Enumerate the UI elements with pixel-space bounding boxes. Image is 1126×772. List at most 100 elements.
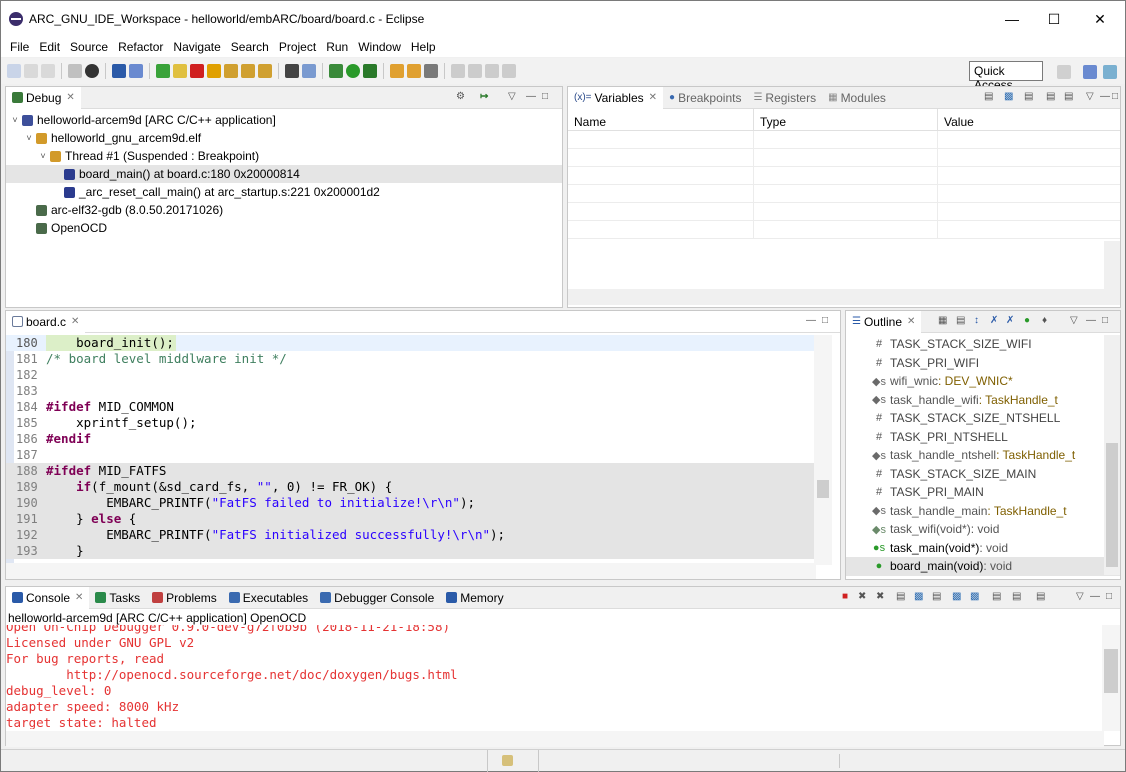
variables-cell[interactable] xyxy=(938,203,1120,220)
terminate-icon[interactable] xyxy=(190,64,204,78)
column-value[interactable]: Value xyxy=(938,109,1120,130)
debug-tree-item[interactable]: ˅ helloworld-arcem9d [ARC C/C++ applicati… xyxy=(6,111,562,129)
show-on-stdout-icon[interactable]: ▩ xyxy=(952,591,961,602)
variables-cell[interactable] xyxy=(568,185,754,202)
code-line[interactable]: 191 } else { xyxy=(6,511,814,527)
minimize-view-icon[interactable]: — xyxy=(1100,91,1110,102)
code-line[interactable]: 186 #endif xyxy=(6,431,814,447)
tab-executables[interactable]: Executables xyxy=(223,587,314,609)
minimize-button[interactable]: — xyxy=(989,1,1035,37)
view-menu-icon[interactable]: ▽ xyxy=(1086,91,1094,102)
sort-icon[interactable]: ▦ xyxy=(938,315,947,326)
close-tab-icon[interactable]: ✕ xyxy=(75,592,83,603)
annotation-prev-icon[interactable] xyxy=(468,64,482,78)
tab-console[interactable]: Console ✕ xyxy=(6,586,90,609)
select-all-icon[interactable]: ▤ xyxy=(1046,91,1055,102)
search-icon[interactable] xyxy=(424,64,438,78)
variables-cell[interactable] xyxy=(754,185,938,202)
view-menu-icon[interactable]: ▽ xyxy=(1076,591,1084,602)
target-icon[interactable] xyxy=(85,64,99,78)
maximize-view-icon[interactable]: □ xyxy=(1102,315,1108,326)
minimize-view-icon[interactable]: — xyxy=(806,315,816,326)
tab-breakpoints[interactable]: ● Breakpoints xyxy=(663,87,747,109)
minimize-view-icon[interactable]: — xyxy=(1086,315,1096,326)
menu-navigate[interactable]: Navigate xyxy=(168,40,225,54)
maximize-button[interactable]: ☐ xyxy=(1031,1,1077,37)
outline-item[interactable]: ● board_main(void) : void xyxy=(846,557,1120,576)
code-line[interactable]: 184 #ifdef MID_COMMON xyxy=(6,399,814,415)
build-icon[interactable] xyxy=(68,64,82,78)
collapse-icon[interactable]: ▤ xyxy=(956,315,965,326)
tab-variables[interactable]: (x)= Variables ✕ xyxy=(568,86,664,109)
menu-search[interactable]: Search xyxy=(226,40,274,54)
maximize-view-icon[interactable]: □ xyxy=(822,315,828,326)
code-line[interactable]: 183 xyxy=(6,383,814,399)
remove-launch-icon[interactable]: ✖ xyxy=(858,591,866,602)
skip-breakpoints-icon[interactable] xyxy=(129,64,143,78)
clear-console-icon[interactable]: ▤ xyxy=(896,591,905,602)
back-icon[interactable] xyxy=(485,64,499,78)
outline-scroll-thumb[interactable] xyxy=(1106,443,1118,567)
tab-problems[interactable]: Problems xyxy=(146,587,223,609)
variables-row[interactable] xyxy=(568,167,1120,185)
variables-vscroll[interactable] xyxy=(1104,241,1120,289)
variables-cell[interactable] xyxy=(938,131,1120,148)
show-logical-icon[interactable]: ▤ xyxy=(1024,91,1033,102)
variables-cell[interactable] xyxy=(938,149,1120,166)
twisty-icon[interactable]: ˅ xyxy=(10,115,20,125)
variables-row[interactable] xyxy=(568,203,1120,221)
open-perspective-icon[interactable] xyxy=(1057,65,1071,79)
variables-row[interactable] xyxy=(568,221,1120,239)
twisty-icon[interactable]: ˅ xyxy=(24,133,34,143)
outline-item[interactable]: ◆s wifi_wnic : DEV_WNIC* xyxy=(846,372,1120,391)
sort-alpha-icon[interactable]: ↕ xyxy=(974,315,979,326)
tab-debugger-console[interactable]: Debugger Console xyxy=(314,587,440,609)
hide-nonpublic-icon[interactable]: ● xyxy=(1024,315,1030,326)
menu-project[interactable]: Project xyxy=(274,40,321,54)
view-menu-icon[interactable]: ▽ xyxy=(508,91,516,102)
debug-tree-item[interactable]: OpenOCD xyxy=(6,219,562,237)
variables-cell[interactable] xyxy=(568,131,754,148)
debug-run-icon[interactable] xyxy=(329,64,343,78)
external-tools-icon[interactable] xyxy=(363,64,377,78)
terminal-icon[interactable] xyxy=(112,64,126,78)
step-over-icon[interactable] xyxy=(241,64,255,78)
tab-outline[interactable]: ☰ Outline ✕ xyxy=(846,310,922,333)
column-type[interactable]: Type xyxy=(754,109,938,130)
variables-cell[interactable] xyxy=(568,167,754,184)
variables-cell[interactable] xyxy=(568,149,754,166)
console-vscroll[interactable] xyxy=(1102,625,1120,731)
close-tab-icon[interactable]: ✕ xyxy=(66,92,74,103)
debug-tree-item[interactable]: ˅ Thread #1 (Suspended : Breakpoint) xyxy=(6,147,562,165)
remove-all-icon[interactable]: ✖ xyxy=(876,591,884,602)
menu-edit[interactable]: Edit xyxy=(34,40,65,54)
outline-item[interactable]: # TASK_PRI_WIFI xyxy=(846,354,1120,373)
debug-tree-item[interactable]: _arc_reset_call_main() at arc_startup.s:… xyxy=(6,183,562,201)
variables-cell[interactable] xyxy=(754,221,938,238)
menu-help[interactable]: Help xyxy=(406,40,441,54)
code-line[interactable]: 190 EMBARC_PRINTF("FatFS failed to initi… xyxy=(6,495,814,511)
workspace-icon[interactable] xyxy=(502,755,513,766)
show-on-stderr-icon[interactable]: ▩ xyxy=(970,591,979,602)
save-all-icon[interactable] xyxy=(41,64,55,78)
tab-memory[interactable]: Memory xyxy=(440,587,509,609)
console-scroll-thumb[interactable] xyxy=(1104,649,1118,693)
editor-scroll-thumb[interactable] xyxy=(817,480,829,498)
tab-modules[interactable]: ▦ Modules xyxy=(822,87,892,109)
resume-icon[interactable] xyxy=(156,64,170,78)
hide-macros-icon[interactable]: ♦ xyxy=(1042,315,1047,326)
variables-cell[interactable] xyxy=(568,203,754,220)
code-line[interactable]: 189 if(f_mount(&sd_card_fs, "", 0) != FR… xyxy=(6,479,814,495)
disconnect-icon[interactable] xyxy=(207,64,221,78)
outline-item[interactable]: ◆s task_wifi(void*) : void xyxy=(846,520,1120,539)
variables-cell[interactable] xyxy=(754,167,938,184)
code-line[interactable]: 180 board_init(); xyxy=(6,335,814,351)
menu-run[interactable]: Run xyxy=(321,40,353,54)
maximize-view-icon[interactable]: □ xyxy=(1106,591,1112,602)
outline-item[interactable]: ●s task_main(void*) : void xyxy=(846,539,1120,558)
hide-fields-icon[interactable]: ✗ xyxy=(990,315,998,326)
drop-to-frame-icon[interactable] xyxy=(302,64,316,78)
code-line[interactable]: 185 xprintf_setup(); xyxy=(6,415,814,431)
new-icon[interactable] xyxy=(7,64,21,78)
debug-tree-item[interactable]: ˅ helloworld_gnu_arcem9d.elf xyxy=(6,129,562,147)
